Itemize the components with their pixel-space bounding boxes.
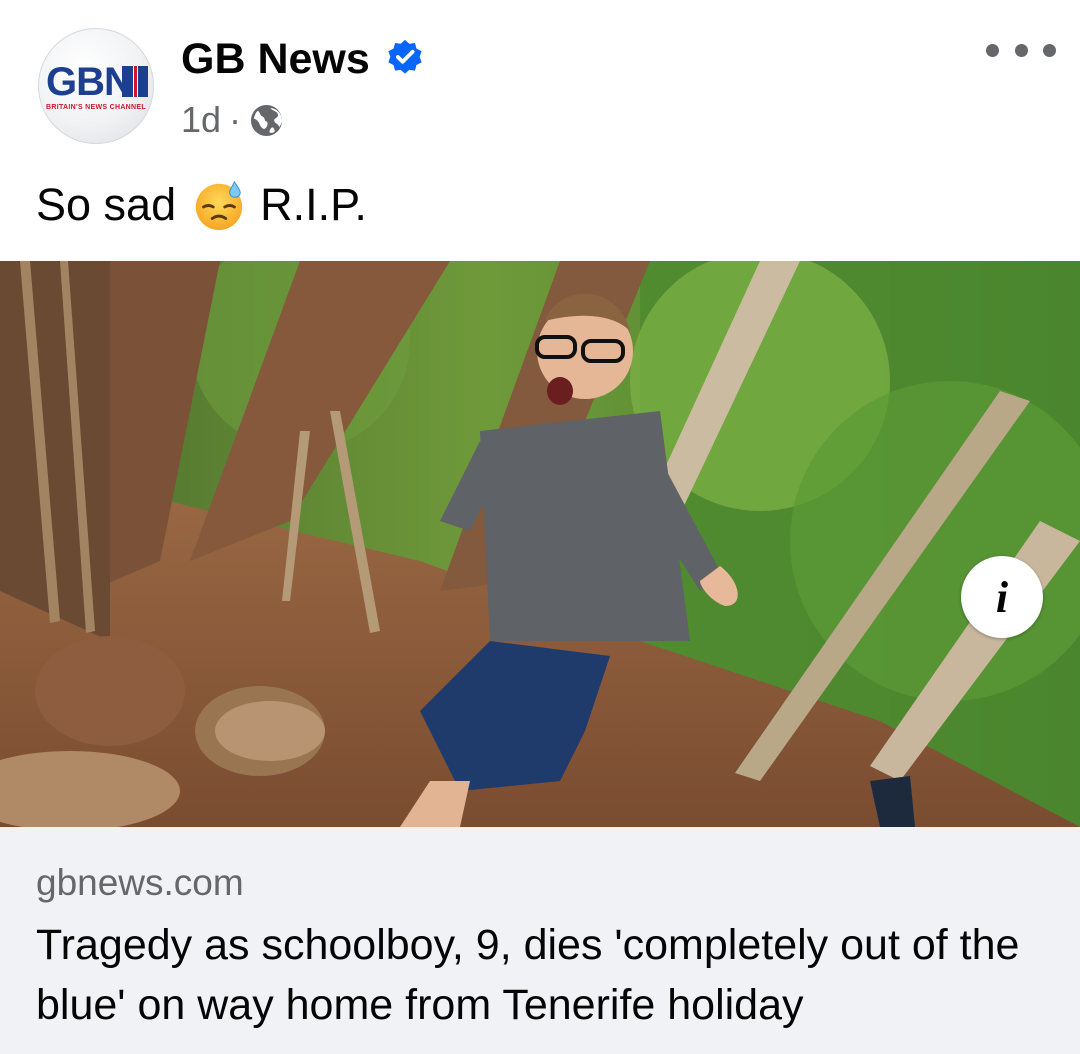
verified-badge-icon (388, 39, 422, 74)
page-avatar[interactable]: GBN BRITAIN'S NEWS CHANNEL (38, 28, 154, 144)
post-header: GBN BRITAIN'S NEWS CHANNEL GB News 1d · (0, 0, 1080, 160)
info-icon: i (995, 572, 1009, 622)
downcast-face-with-sweat-icon (195, 180, 243, 231)
post-text-main: So sad (36, 179, 177, 230)
link-domain: gbnews.com (36, 862, 244, 903)
avatar-tagline: BRITAIN'S NEWS CHANNEL (46, 104, 146, 111)
more-dot (1014, 43, 1028, 57)
link-preview-text[interactable]: gbnews.com Tragedy as schoolboy, 9, dies… (0, 827, 1080, 1054)
post-text-rip: R.I.P. (260, 179, 367, 230)
more-options-button[interactable] (986, 30, 1056, 70)
globe-icon[interactable] (249, 103, 284, 138)
more-options-icon (986, 43, 999, 57)
page-name-link[interactable]: GB News (181, 33, 370, 85)
avatar-logo-text: GBN (46, 60, 133, 104)
post-text: So sad R.I.P. (36, 176, 367, 234)
article-photo[interactable] (0, 261, 1080, 827)
info-button[interactable]: i (961, 556, 1043, 638)
post-timestamp[interactable]: 1d (181, 99, 221, 141)
link-headline: Tragedy as schoolboy, 9, dies 'completel… (36, 921, 1020, 1029)
more-dot (1043, 43, 1056, 57)
link-preview-card[interactable]: i gbnews.com Tragedy as schoolboy, 9, di… (0, 261, 1080, 1054)
meta-separator: · (229, 99, 242, 140)
post-meta: 1d · (181, 98, 284, 142)
union-flag-icon (122, 66, 148, 97)
